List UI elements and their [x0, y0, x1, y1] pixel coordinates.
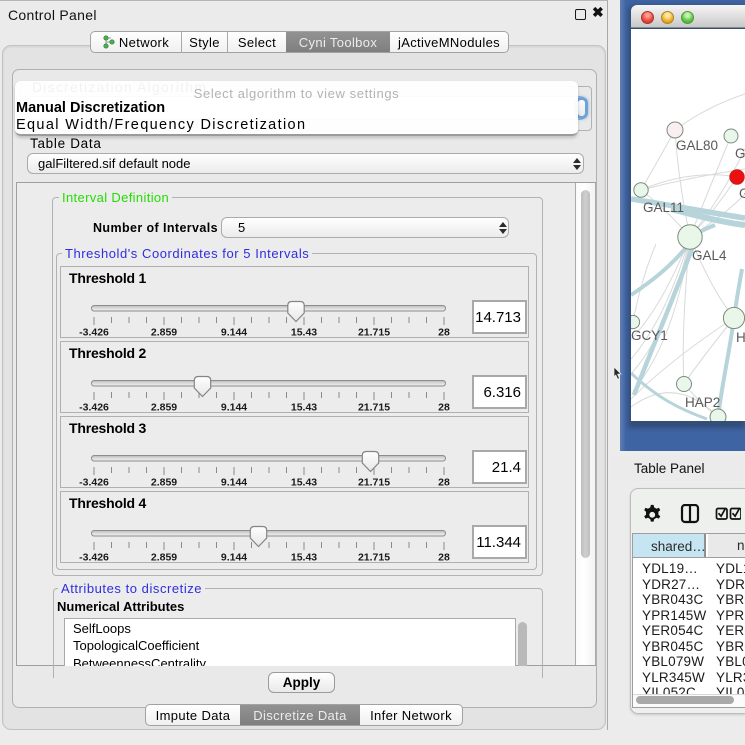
svg-text:GAL80: GAL80 — [676, 138, 718, 153]
svg-text:-3.426: -3.426 — [79, 327, 109, 339]
svg-text:2.859: 2.859 — [151, 552, 177, 564]
svg-text:G.: G. — [735, 146, 745, 161]
svg-text:GAL4: GAL4 — [692, 248, 727, 263]
svg-text:2.859: 2.859 — [151, 477, 177, 489]
svg-text:HAP2: HAP2 — [685, 395, 720, 410]
svg-text:21.715: 21.715 — [358, 327, 390, 339]
svg-text:-3.426: -3.426 — [79, 552, 109, 564]
svg-text:28: 28 — [438, 552, 450, 564]
svg-text:-3.426: -3.426 — [79, 477, 109, 489]
svg-text:G: G — [739, 186, 745, 201]
svg-text:9.144: 9.144 — [221, 477, 247, 489]
svg-text:21.715: 21.715 — [358, 477, 390, 489]
svg-text:21.715: 21.715 — [358, 402, 390, 414]
svg-text:28: 28 — [438, 477, 450, 489]
svg-text:2.859: 2.859 — [151, 327, 177, 339]
svg-text:H: H — [736, 330, 745, 345]
svg-text:21.715: 21.715 — [358, 552, 390, 564]
svg-text:-3.426: -3.426 — [79, 402, 109, 414]
svg-text:28: 28 — [438, 327, 450, 339]
svg-text:GCY1: GCY1 — [631, 328, 668, 343]
svg-text:15.43: 15.43 — [291, 327, 317, 339]
svg-text:9.144: 9.144 — [221, 552, 247, 564]
svg-text:GAL11: GAL11 — [643, 200, 684, 215]
svg-text:9.144: 9.144 — [221, 402, 247, 414]
svg-text:15.43: 15.43 — [291, 477, 317, 489]
svg-text:15.43: 15.43 — [291, 552, 317, 564]
svg-text:9.144: 9.144 — [221, 327, 247, 339]
svg-text:15.43: 15.43 — [291, 402, 317, 414]
svg-text:28: 28 — [438, 402, 450, 414]
svg-text:2.859: 2.859 — [151, 402, 177, 414]
